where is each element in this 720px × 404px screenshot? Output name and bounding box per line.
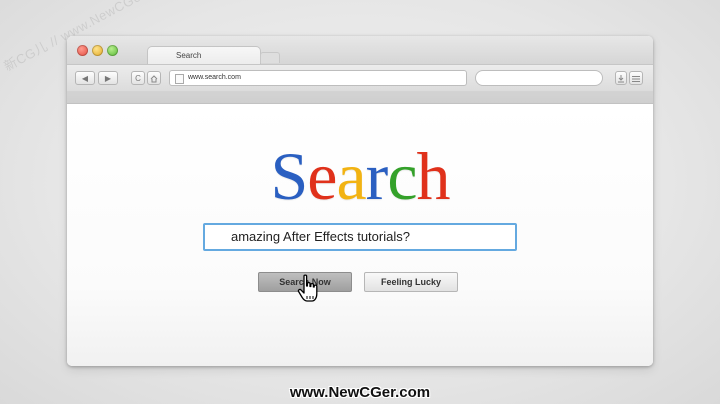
menu-icon	[632, 76, 640, 82]
tab-search[interactable]: Search	[147, 46, 261, 65]
download-button[interactable]	[615, 71, 627, 85]
close-window-button[interactable]	[77, 45, 88, 56]
back-button[interactable]: ◀	[75, 71, 95, 85]
feeling-lucky-label: Feeling Lucky	[380, 277, 442, 287]
new-tab-button[interactable]	[260, 52, 280, 63]
search-logo: Search	[67, 140, 653, 212]
address-bar[interactable]: www.search.com	[169, 70, 467, 86]
home-button[interactable]	[147, 71, 161, 85]
toolbar: ◀ ▶ C www.search.com	[67, 64, 653, 92]
forward-icon: ▶	[104, 74, 112, 83]
logo-letter: S	[270, 138, 308, 214]
forward-button[interactable]: ▶	[98, 71, 118, 85]
page-icon	[175, 74, 184, 84]
search-input[interactable]: amazing After Effects tutorials?	[203, 223, 517, 251]
reload-button[interactable]: C	[131, 71, 145, 85]
search-query-text: amazing After Effects tutorials?	[231, 229, 410, 244]
logo-letter: r	[365, 138, 389, 214]
browser-search-field[interactable]	[475, 70, 603, 86]
logo-letter: a	[336, 138, 366, 214]
tab-title: Search	[176, 51, 202, 60]
bookmarks-bar	[67, 91, 653, 104]
menu-button[interactable]	[629, 71, 643, 85]
page-content: Search amazing After Effects tutorials? …	[67, 104, 653, 366]
address-text: www.search.com	[188, 74, 241, 81]
browser-window: Search ◀ ▶ C www.search.com Search amazi…	[67, 36, 653, 366]
home-icon	[150, 75, 158, 83]
zoom-window-button[interactable]	[107, 45, 118, 56]
feeling-lucky-button[interactable]: Feeling Lucky	[364, 272, 458, 292]
logo-letter: h	[416, 138, 451, 214]
minimize-window-button[interactable]	[92, 45, 103, 56]
title-bar: Search	[67, 36, 653, 65]
back-icon: ◀	[81, 74, 89, 83]
hand-cursor-icon	[297, 274, 318, 302]
logo-letter: e	[307, 138, 337, 214]
download-icon	[618, 75, 624, 83]
watermark-bottom: www.NewCGer.com	[289, 384, 431, 401]
logo-letter: c	[387, 138, 417, 214]
reload-icon: C	[135, 74, 141, 83]
